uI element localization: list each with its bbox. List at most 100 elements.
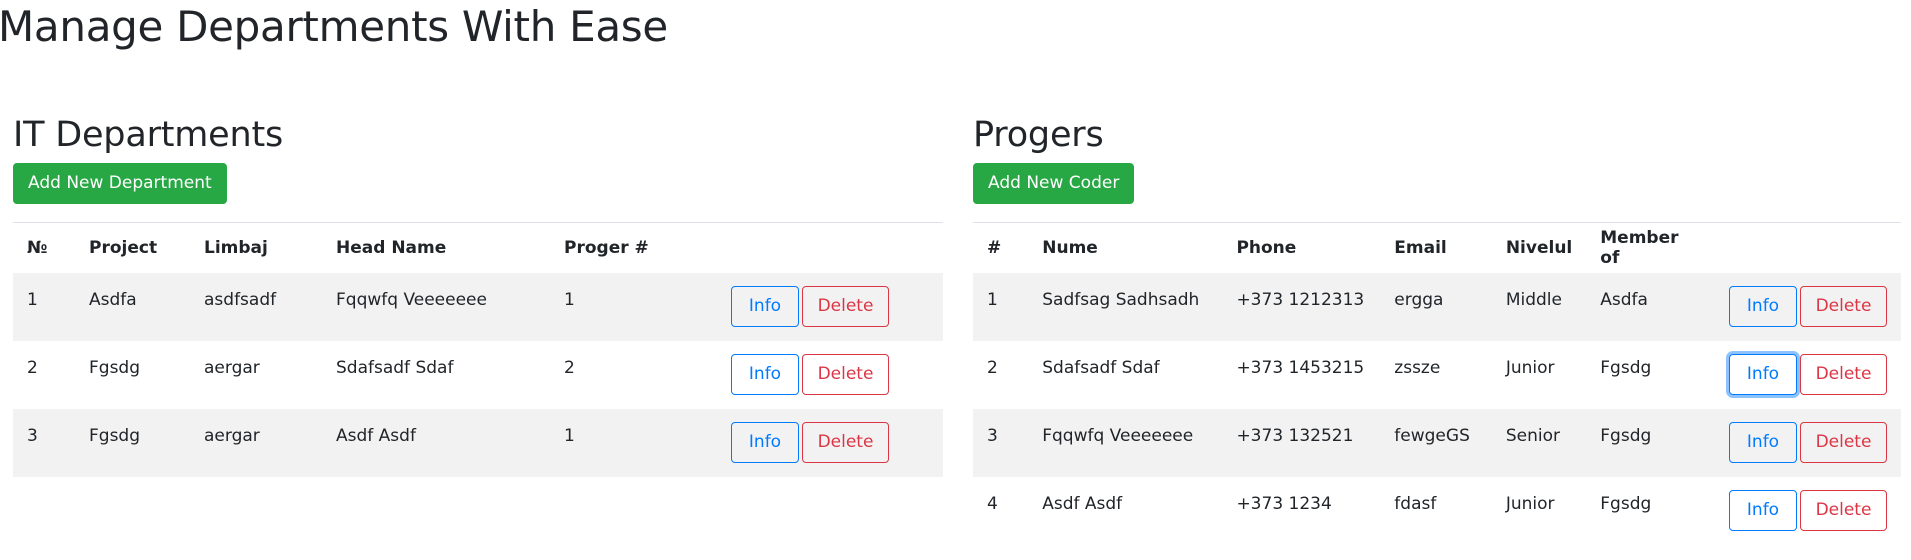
col-limbaj: Limbaj xyxy=(204,237,268,258)
proger-id: 1 xyxy=(973,273,1028,341)
col-number: № xyxy=(27,237,48,258)
proger-row: 4 Asdf Asdf +373 1234 fdasf Junior Fgsdg Info D… xyxy=(973,477,1901,545)
department-row: 1 Asdfa asdfsadf Fqqwfq Veeeeeee 1 Info Delete xyxy=(13,272,943,341)
col-phone: Phone xyxy=(1236,237,1297,258)
info-button[interactable]: Info xyxy=(1729,354,1797,395)
info-button[interactable]: Info xyxy=(731,422,799,463)
dept-head-name-text: Asdf Asdf xyxy=(336,425,416,446)
dept-id-text: 1 xyxy=(27,289,38,310)
department-row: 2 Fgsdg aergar Sdafsadf Sdaf 2 Info Delete xyxy=(13,341,943,409)
dept-id: 1 xyxy=(13,273,75,341)
proger-level-text: Junior xyxy=(1505,493,1555,514)
proger-level-text: Middle xyxy=(1505,289,1562,310)
page-title: Manage Departments With Ease xyxy=(0,2,668,51)
proger-id-text: 2 xyxy=(987,357,998,378)
proger-row: 1 Sadfsag Sadhsadh +373 1212313 ergga Middle… xyxy=(973,272,1901,341)
dept-head-name-text: Sdafsadf Sdaf xyxy=(336,357,454,378)
proger-id-text: 3 xyxy=(987,425,998,446)
proger-email: fewgeGS xyxy=(1380,409,1492,477)
proger-level: Middle xyxy=(1492,273,1586,341)
departments-table: № Project Limbaj Head Name Proger # 1 Asd… xyxy=(13,222,943,477)
proger-phone: +373 1212313 xyxy=(1222,273,1380,341)
info-button[interactable]: Info xyxy=(1729,490,1797,531)
proger-level: Junior xyxy=(1492,341,1586,409)
dept-proger-count-text: 2 xyxy=(564,357,575,378)
proger-member-of-text: Fgsdg xyxy=(1600,425,1652,446)
info-button[interactable]: Info xyxy=(1729,286,1797,327)
proger-member-of-text: Asdfa xyxy=(1600,289,1648,310)
proger-name: Fqqwfq Veeeeeee xyxy=(1028,409,1222,477)
progers-title: Progers xyxy=(973,115,1104,155)
proger-member-of: Fgsdg xyxy=(1586,409,1715,477)
proger-row: 2 Sdafsadf Sdaf +373 1453215 zssze Junior Fgs… xyxy=(973,341,1901,409)
proger-phone-text: +373 132521 xyxy=(1236,425,1354,446)
proger-phone: +373 1453215 xyxy=(1222,341,1380,409)
delete-button[interactable]: Delete xyxy=(1800,354,1887,395)
dept-limbaj: asdfsadf xyxy=(190,273,322,341)
col-number: # xyxy=(987,237,1002,258)
proger-level: Senior xyxy=(1492,409,1586,477)
dept-limbaj-text: asdfsadf xyxy=(204,289,277,310)
proger-name: Sadfsag Sadhsadh xyxy=(1028,273,1222,341)
row-actions: Info Delete xyxy=(1715,477,1901,545)
dept-id: 3 xyxy=(13,409,75,477)
dept-proger-count: 1 xyxy=(550,273,717,341)
dept-head-name: Fqqwfq Veeeeeee xyxy=(322,273,550,341)
proger-phone: +373 132521 xyxy=(1222,409,1380,477)
col-actions xyxy=(1715,223,1901,273)
info-button[interactable]: Info xyxy=(1729,422,1797,463)
dept-limbaj-text: aergar xyxy=(204,425,260,446)
col-head-name: Head Name xyxy=(336,237,447,258)
delete-button[interactable]: Delete xyxy=(802,286,889,327)
row-actions: Info Delete xyxy=(717,341,943,409)
dept-project: Fgsdg xyxy=(75,409,190,477)
delete-button[interactable]: Delete xyxy=(1800,422,1887,463)
proger-email: ergga xyxy=(1380,273,1492,341)
add-department-button[interactable]: Add New Department xyxy=(13,163,227,204)
progers-table: # Nume Phone Email Nivelul Member of 1 Sa… xyxy=(973,222,1901,545)
dept-id: 2 xyxy=(13,341,75,409)
proger-name: Sdafsadf Sdaf xyxy=(1028,341,1222,409)
dept-head-name: Sdafsadf Sdaf xyxy=(322,341,550,409)
dept-head-name: Asdf Asdf xyxy=(322,409,550,477)
add-coder-button[interactable]: Add New Coder xyxy=(973,163,1135,204)
department-row: 3 Fgsdg aergar Asdf Asdf 1 Info Delete xyxy=(13,408,943,477)
col-project: Project xyxy=(89,237,158,258)
row-actions: Info Delete xyxy=(717,273,943,341)
departments-header-row: № Project Limbaj Head Name Proger # xyxy=(13,222,943,273)
col-proger-count: Proger # xyxy=(564,237,649,258)
delete-button[interactable]: Delete xyxy=(802,354,889,395)
proger-id: 3 xyxy=(973,409,1028,477)
info-button[interactable]: Info xyxy=(731,286,799,327)
proger-name-text: Sadfsag Sadhsadh xyxy=(1042,289,1200,310)
delete-button[interactable]: Delete xyxy=(1800,490,1887,531)
departments-title: IT Departments xyxy=(13,115,284,155)
info-button[interactable]: Info xyxy=(731,354,799,395)
dept-project-text: Fgsdg xyxy=(89,425,141,446)
dept-id-text: 3 xyxy=(27,425,38,446)
proger-member-of: Fgsdg xyxy=(1586,341,1715,409)
dept-limbaj: aergar xyxy=(190,341,322,409)
proger-id-text: 4 xyxy=(987,493,998,514)
proger-email: fdasf xyxy=(1380,477,1492,545)
proger-name-text: Fqqwfq Veeeeeee xyxy=(1042,425,1194,446)
proger-member-of-text: Fgsdg xyxy=(1600,357,1652,378)
col-nivelul: Nivelul xyxy=(1505,237,1573,258)
proger-id: 4 xyxy=(973,477,1028,545)
delete-button[interactable]: Delete xyxy=(1800,286,1887,327)
proger-email-text: zssze xyxy=(1394,357,1441,378)
delete-button[interactable]: Delete xyxy=(802,422,889,463)
dept-proger-count: 2 xyxy=(550,341,717,409)
col-actions xyxy=(717,223,943,273)
proger-member-of-text: Fgsdg xyxy=(1600,493,1652,514)
dept-project-text: Asdfa xyxy=(89,289,137,310)
proger-phone-text: +373 1212313 xyxy=(1236,289,1365,310)
dept-project: Fgsdg xyxy=(75,341,190,409)
proger-level-text: Junior xyxy=(1505,357,1555,378)
progers-header-row: # Nume Phone Email Nivelul Member of xyxy=(973,222,1901,273)
proger-row: 3 Fqqwfq Veeeeeee +373 132521 fewgeGS Senior… xyxy=(973,408,1901,477)
proger-phone-text: +373 1453215 xyxy=(1236,357,1365,378)
proger-email-text: fdasf xyxy=(1394,493,1437,514)
dept-proger-count: 1 xyxy=(550,409,717,477)
dept-proger-count-text: 1 xyxy=(564,425,575,446)
